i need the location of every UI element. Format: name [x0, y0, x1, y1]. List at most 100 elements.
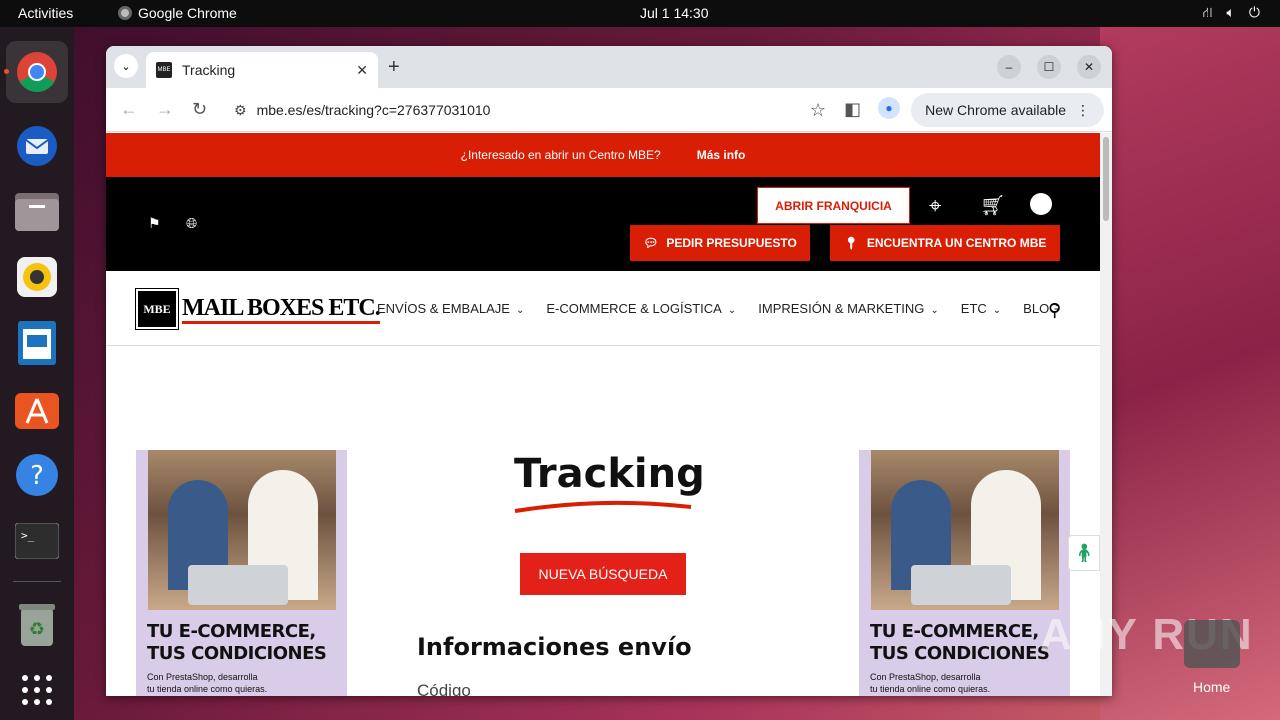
ad-headline: TU E-COMMERCE, TUS CONDICIONES: [147, 621, 327, 665]
thunderbird-icon: [17, 126, 57, 166]
chevron-down-icon: ⌄: [727, 305, 737, 316]
ad-sub2: tu tienda online como quieras.: [147, 684, 268, 694]
back-arrow-icon[interactable]: ←: [120, 99, 138, 120]
chevron-down-icon: ⌄: [930, 305, 939, 316]
browser-toolbar: ← → ↻ ⚙ mbe.es/es/tracking?c=27637703101…: [106, 88, 1112, 132]
menu-ecommerce[interactable]: E-COMMERCE & LOGÍSTICA ⌄: [546, 301, 736, 316]
codigo-label: Código: [417, 681, 471, 696]
locate-icon[interactable]: ⌖: [929, 193, 941, 219]
ad-subtext: Con PrestaShop, desarrolla tu tienda onl…: [147, 671, 267, 695]
web-page: ¿Interesado en abrir un Centro MBE? Más …: [106, 133, 1100, 696]
shipping-info-heading: Informaciones envío: [417, 633, 692, 661]
pedir-presupuesto-button[interactable]: 💬︎ PEDIR PRESUPUESTO: [630, 225, 810, 261]
home-folder-icon[interactable]: [1184, 620, 1240, 668]
dock-rhythmbox[interactable]: [13, 253, 61, 301]
mbe-logo[interactable]: MBE MAIL BOXES ETC.: [135, 288, 381, 330]
ad-line1: TU E-COMMERCE,: [870, 621, 1039, 642]
menu-etc[interactable]: ETC ⌄: [961, 301, 1001, 316]
globe-icon[interactable]: 🌐︎: [186, 215, 197, 232]
banner-link[interactable]: Más info: [697, 148, 746, 162]
system-tray[interactable]: ⛙ 🔈︎ ⏻: [1203, 4, 1260, 23]
svg-text:♻: ♻: [29, 619, 45, 639]
ad-banner-right[interactable]: TU E-COMMERCE, TUS CONDICIONES Con Prest…: [859, 450, 1070, 696]
scrollbar-thumb[interactable]: [1103, 137, 1109, 221]
ad-laptop: [911, 565, 1011, 605]
kebab-menu-icon[interactable]: ⋮: [1076, 102, 1090, 119]
clock[interactable]: Jul 1 14:30: [640, 5, 709, 21]
page-title: Tracking: [514, 451, 705, 497]
dock-app-grid[interactable]: [13, 666, 61, 714]
dock-files[interactable]: [13, 187, 61, 235]
network-icon: ⛙: [1202, 4, 1213, 20]
dock-terminal[interactable]: >_: [13, 517, 61, 565]
menu-impresion[interactable]: IMPRESIÓN & MARKETING ⌄: [758, 301, 939, 316]
new-chrome-label: New Chrome available: [925, 102, 1066, 118]
ad-sub1: Con PrestaShop, desarrolla: [147, 672, 258, 682]
close-window-button[interactable]: ✕: [1077, 55, 1101, 79]
accessibility-tab[interactable]: 🧍︎: [1068, 535, 1100, 571]
flag-icon[interactable]: ⚑: [148, 215, 161, 232]
bookmark-star-icon[interactable]: ☆: [810, 100, 826, 121]
svg-text:>_: >_: [21, 529, 35, 542]
dock-app-center[interactable]: [13, 385, 61, 433]
minimize-button[interactable]: –: [997, 55, 1021, 79]
ad-line2: TUS CONDICIONES: [870, 643, 1050, 664]
franchise-banner: ¿Interesado en abrir un Centro MBE? Más …: [106, 133, 1100, 177]
ad-banner-left[interactable]: TU E-COMMERCE, TUS CONDICIONES Con Prest…: [136, 450, 347, 696]
logo-box: MBE: [135, 288, 179, 330]
encuentra-centro-button[interactable]: 📍︎ ENCUENTRA UN CENTRO MBE: [830, 225, 1060, 261]
title-underline: [514, 500, 692, 513]
banner-text: ¿Interesado en abrir un Centro MBE?: [460, 148, 661, 162]
terminal-icon: >_: [15, 523, 59, 559]
active-app-name: Google Chrome: [138, 5, 237, 21]
forward-arrow-icon[interactable]: →: [156, 99, 174, 120]
chrome-small-icon: [118, 6, 132, 20]
trash-icon: ♻: [19, 604, 55, 646]
tab-tracking[interactable]: MBE Tracking ✕: [146, 52, 378, 88]
dock-separator: [13, 581, 61, 582]
menu-envios[interactable]: ENVÍOS & EMBALAJE ⌄: [377, 301, 524, 316]
menu-impresion-label: IMPRESIÓN & MARKETING: [758, 301, 925, 316]
app-center-icon: [15, 393, 59, 429]
active-app-menu[interactable]: Google Chrome: [118, 5, 237, 21]
ad-sub2: tu tienda online como quieras.: [870, 684, 991, 694]
chrome-window: ⌄ MBE Tracking ✕ + – ☐ ✕ ← → ↻ ⚙ mbe.es/…: [106, 46, 1112, 696]
dock-trash[interactable]: ♻: [13, 600, 61, 648]
main-navigation: MBE MAIL BOXES ETC. ENVÍOS & EMBALAJE ⌄ E…: [106, 271, 1100, 346]
chevron-down-icon: ⌄: [515, 305, 525, 316]
new-tab-button[interactable]: +: [388, 56, 400, 79]
ad-photo: [148, 450, 336, 610]
ad-line2: TUS CONDICIONES: [147, 643, 327, 664]
reload-icon[interactable]: ↻: [192, 99, 207, 120]
site-info-icon[interactable]: ⚙: [234, 102, 247, 119]
power-icon: ⏻: [1248, 4, 1260, 20]
ad-subtext: Con PrestaShop, desarrolla tu tienda onl…: [870, 671, 990, 695]
account-icon[interactable]: [1030, 193, 1052, 215]
maximize-button[interactable]: ☐: [1037, 55, 1061, 79]
address-bar[interactable]: ⚙ mbe.es/es/tracking?c=276377031010 ☆: [226, 93, 826, 127]
search-icon[interactable]: ⚲: [1048, 300, 1061, 321]
tab-search-button[interactable]: ⌄: [114, 54, 138, 78]
volume-icon: 🔈︎: [1226, 4, 1235, 20]
dock-writer[interactable]: [13, 319, 61, 367]
ad-headline: TU E-COMMERCE, TUS CONDICIONES: [870, 621, 1050, 665]
nueva-busqueda-button[interactable]: NUEVA BÚSQUEDA: [520, 553, 686, 595]
profile-icon[interactable]: ●: [878, 97, 900, 119]
dock-chrome[interactable]: [4, 41, 68, 103]
help-icon: ?: [16, 454, 58, 496]
cart-icon[interactable]: 🛒︎: [980, 193, 1005, 218]
abrir-franquicia-button[interactable]: ABRIR FRANQUICIA: [757, 187, 910, 224]
side-panel-icon[interactable]: ◧: [844, 99, 861, 120]
activities-button[interactable]: Activities: [18, 5, 73, 21]
map-pin-icon: 📍︎: [843, 236, 859, 250]
dock-thunderbird[interactable]: [13, 121, 61, 169]
home-folder-label: Home: [1193, 679, 1231, 695]
tab-close-icon[interactable]: ✕: [356, 62, 368, 79]
ad-line1: TU E-COMMERCE,: [147, 621, 316, 642]
dock-help[interactable]: ?: [13, 451, 61, 499]
tab-bar: ⌄ MBE Tracking ✕ + – ☐ ✕: [106, 46, 1112, 88]
chrome-icon: [17, 52, 57, 92]
logo-text: MAIL BOXES ETC.: [182, 295, 381, 324]
chevron-down-icon: ⌄: [992, 305, 1002, 316]
new-chrome-available-button[interactable]: New Chrome available ⋮: [911, 93, 1104, 127]
